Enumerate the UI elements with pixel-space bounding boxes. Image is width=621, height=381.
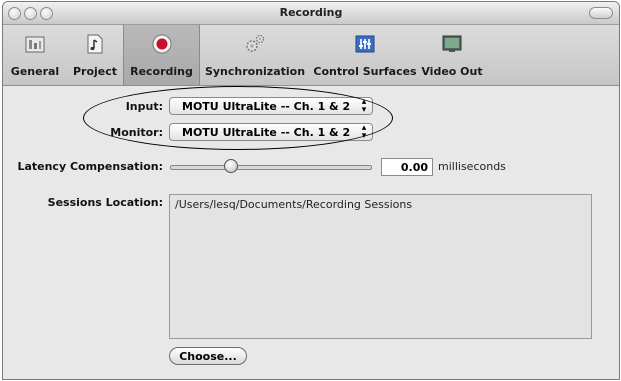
display-icon bbox=[441, 33, 463, 55]
tab-video-out-label: Video Out bbox=[421, 65, 483, 78]
window-title: Recording bbox=[279, 6, 343, 19]
tab-control-surfaces[interactable]: Control Surfaces bbox=[311, 25, 419, 85]
tab-control-surfaces-label: Control Surfaces bbox=[313, 65, 417, 78]
tab-recording[interactable]: Recording bbox=[123, 25, 200, 85]
gears-icon bbox=[244, 33, 266, 55]
latency-unit-label: milliseconds bbox=[438, 160, 506, 173]
tab-general-label: General bbox=[10, 65, 60, 78]
choose-button[interactable]: Choose... bbox=[169, 347, 247, 365]
tab-project[interactable]: Project bbox=[67, 25, 123, 85]
tab-project-label: Project bbox=[72, 65, 118, 78]
mixer-icon bbox=[354, 33, 376, 55]
tab-recording-label: Recording bbox=[130, 65, 193, 78]
latency-slider-track[interactable] bbox=[170, 165, 372, 170]
toolbar: General Project Recording Synchronizatio… bbox=[3, 25, 619, 86]
highlight-ellipse bbox=[83, 86, 393, 150]
tab-synchronization[interactable]: Synchronization bbox=[199, 25, 311, 85]
tab-general[interactable]: General bbox=[3, 25, 67, 85]
sessions-location-path: /Users/lesq/Documents/Recording Sessions bbox=[175, 198, 413, 211]
preferences-window: Recording General Project Recording Sync… bbox=[2, 1, 620, 380]
title-bar: Recording bbox=[3, 2, 619, 25]
latency-value-field[interactable]: 0.00 bbox=[381, 158, 433, 176]
latency-slider-knob[interactable] bbox=[223, 159, 238, 173]
toolbar-toggle-button[interactable] bbox=[589, 7, 613, 19]
project-icon bbox=[84, 33, 106, 55]
sessions-location-label: Sessions Location: bbox=[47, 196, 163, 209]
sessions-location-field: /Users/lesq/Documents/Recording Sessions bbox=[169, 194, 592, 339]
tab-video-out[interactable]: Video Out bbox=[419, 25, 485, 85]
record-icon bbox=[151, 33, 173, 55]
tab-synchronization-label: Synchronization bbox=[204, 65, 306, 78]
general-icon bbox=[24, 33, 46, 55]
latency-label: Latency Compensation: bbox=[17, 160, 163, 173]
